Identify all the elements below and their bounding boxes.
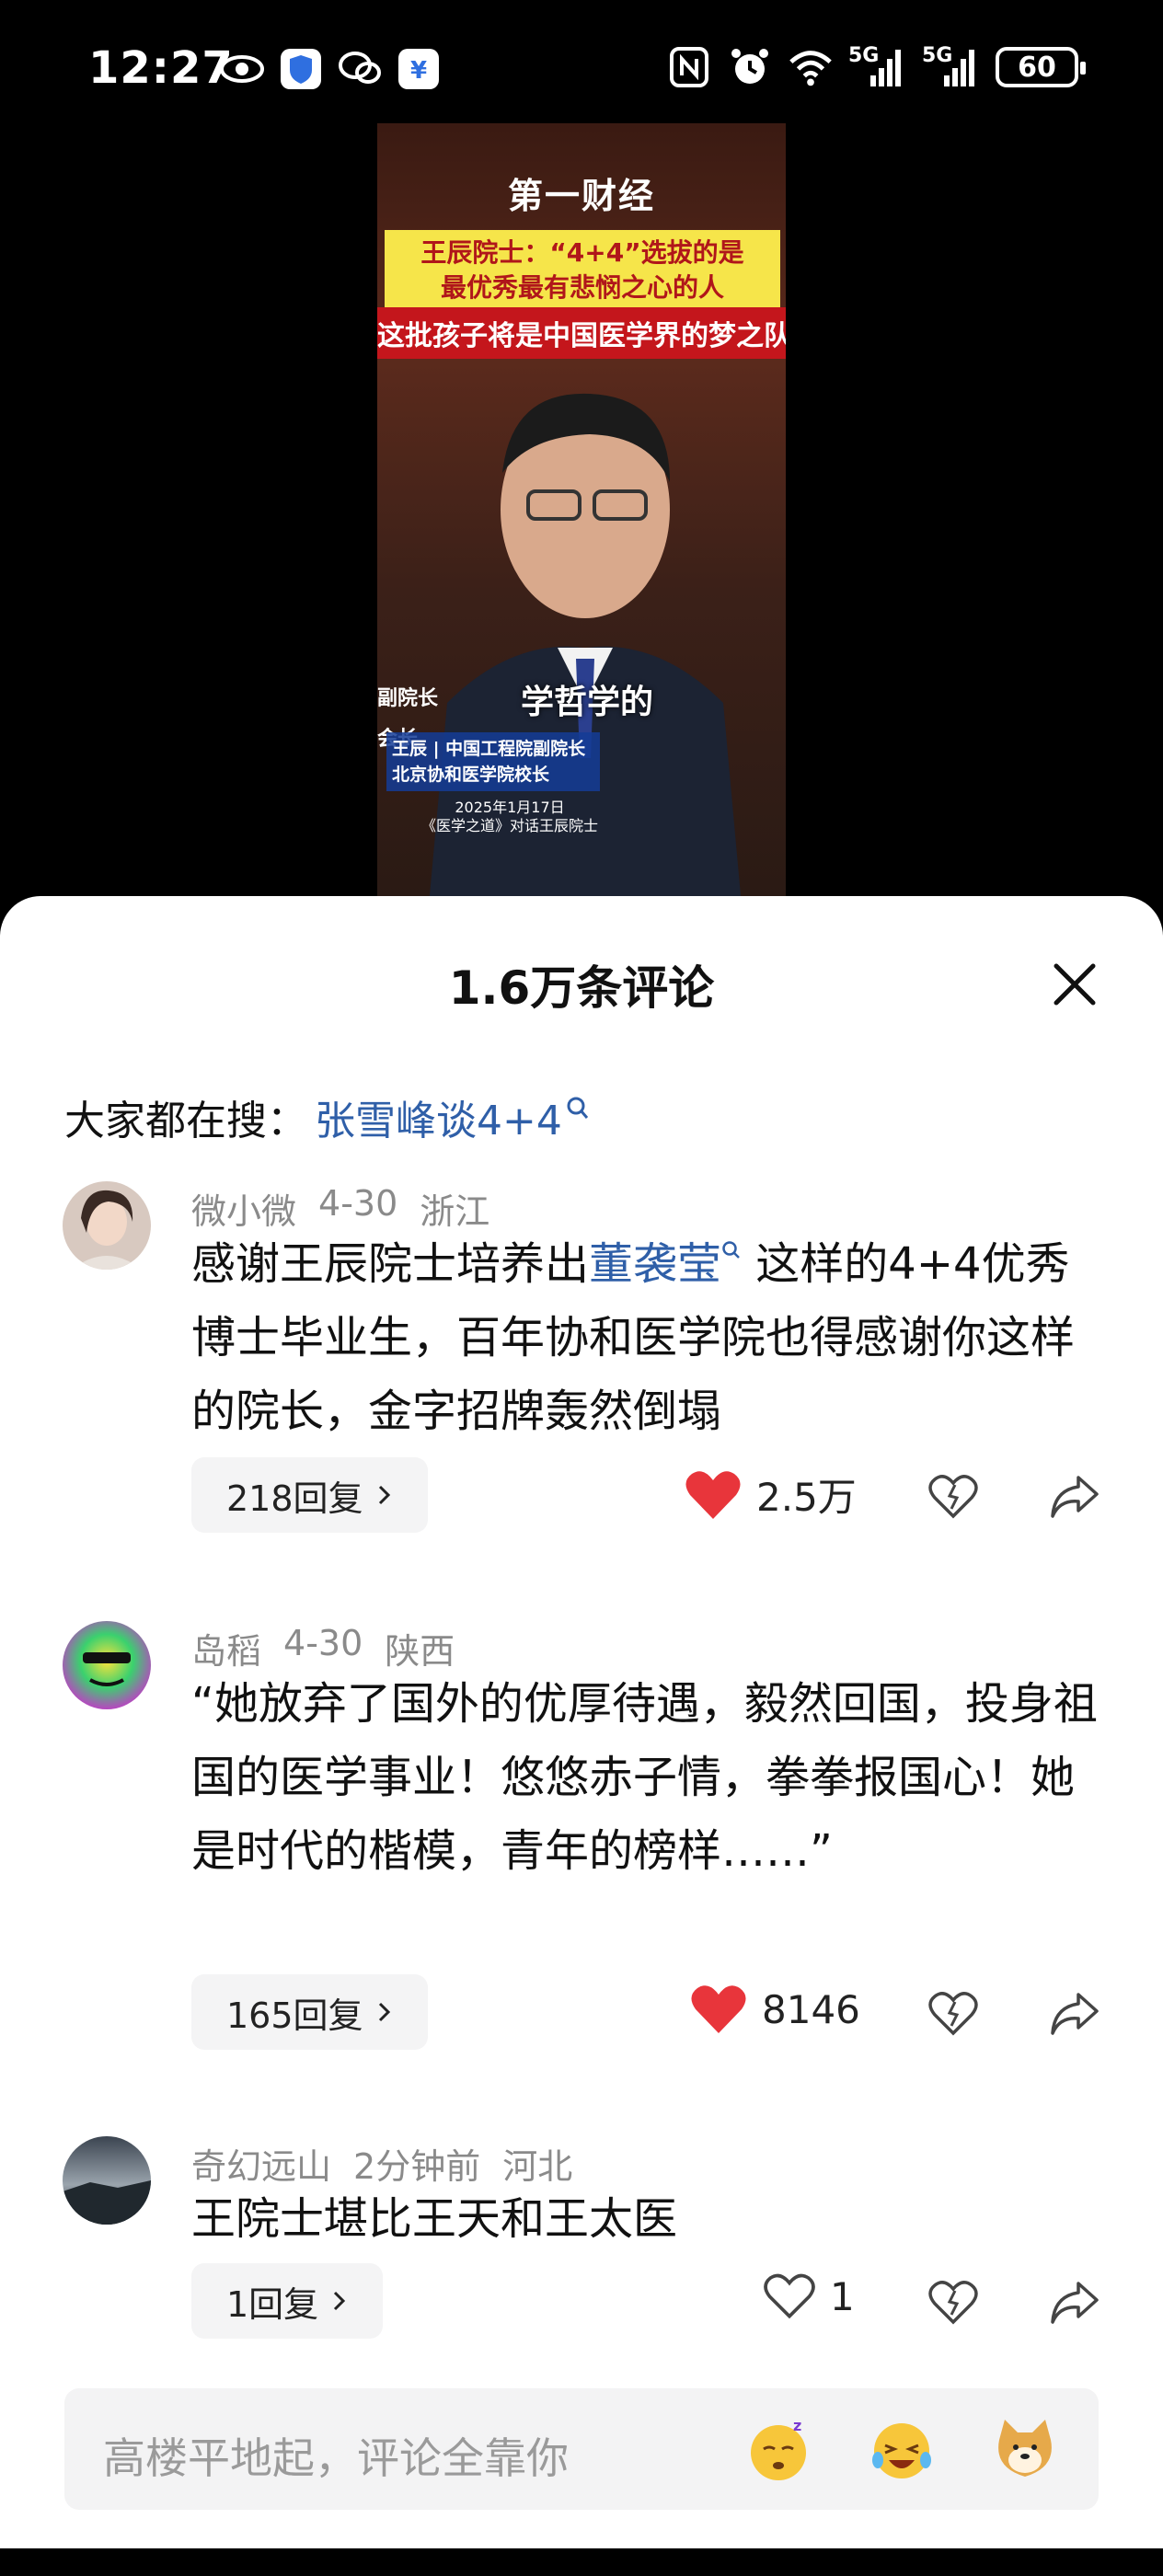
comment-username[interactable]: 岛稻 <box>191 1623 261 1673</box>
system-nav-bar <box>0 2548 1163 2576</box>
close-button[interactable] <box>1047 957 1102 1012</box>
status-bar: 12:27 ¥ 5G 5G 60 <box>0 0 1163 129</box>
comment-meta: 奇幻远山 2分钟前 河北 <box>191 2138 572 2189</box>
video-date-label: 2025年1月17日 《医学之道》对话王辰院士 <box>420 799 598 834</box>
dislike-icon[interactable] <box>927 1470 979 1522</box>
svg-text:¥: ¥ <box>410 57 427 85</box>
comment-location: 陕西 <box>385 1631 455 1672</box>
wifi-icon <box>788 44 834 90</box>
video-caption: 学哲学的 <box>521 684 654 721</box>
heart-filled-icon <box>685 1470 741 1519</box>
like-count: 8146 <box>762 1986 860 2032</box>
status-right-icons: 5G 5G 60 <box>666 44 1086 90</box>
comment-date: 2分钟前 <box>353 2146 481 2187</box>
comment-input-placeholder: 高楼平地起，评论全靠你 <box>103 2433 569 2483</box>
video-logo: 第一财经 <box>507 176 655 216</box>
comments-count-title: 1.6万条评论 <box>448 961 715 1015</box>
like-button[interactable]: 1 <box>764 2272 855 2320</box>
mention-link[interactable]: 董袭莹 <box>589 1238 721 1290</box>
status-left-icons: ¥ <box>219 46 442 92</box>
comment-input[interactable]: 高楼平地起，评论全靠你 z <box>64 2388 1099 2510</box>
video-title-line1: 王辰院士：“4+4”选拔的是 <box>420 237 744 268</box>
signal-5g-icon: 5G <box>922 44 981 90</box>
status-time: 12:27 <box>88 42 234 94</box>
trending-search-keyword[interactable]: 张雪峰谈4+4 <box>315 1087 562 1146</box>
trending-search[interactable]: 大家都在搜： 张雪峰谈4+4 <box>64 1087 590 1146</box>
battery-indicator: 60 <box>996 47 1086 87</box>
search-icon <box>567 1097 588 1119</box>
like-count: 1 <box>830 2273 855 2319</box>
svg-text:z: z <box>793 2417 801 2434</box>
video-title-line2: 最优秀最有悲悯之心的人 <box>440 272 724 303</box>
share-icon[interactable] <box>1049 1470 1100 1522</box>
like-button[interactable]: 2.5万 <box>685 1466 857 1523</box>
comment-text[interactable]: 感谢王辰院士培养出董袭莹 这样的4+4优秀博士毕业生，百年协和医学院也得感谢你这… <box>191 1227 1102 1448</box>
comment-date: 4-30 <box>283 1623 363 1663</box>
comment-username[interactable]: 奇幻远山 <box>191 2138 331 2189</box>
alarm-icon <box>727 44 773 90</box>
comment-location: 浙江 <box>420 1191 490 1232</box>
comment-text[interactable]: 王院士堪比王天和王太医 <box>191 2182 1102 2256</box>
avatar[interactable] <box>63 1181 151 1270</box>
video-name-plate: 王辰 | 中国工程院副院长 北京协和医学院校长 <box>386 732 600 791</box>
search-icon <box>722 1241 740 1259</box>
like-count: 2.5万 <box>756 1475 857 1520</box>
chat-icon <box>337 46 383 92</box>
comment-meta: 岛稻 4-30 陕西 <box>191 1623 455 1673</box>
close-icon <box>1054 963 1096 1006</box>
chevron-right-icon <box>378 2002 390 2022</box>
avatar[interactable] <box>63 1621 151 1709</box>
share-icon[interactable] <box>1049 2276 1100 2328</box>
video-title-banner: 王辰院士：“4+4”选拔的是 最优秀最有悲悯之心的人 <box>385 230 780 311</box>
dislike-icon[interactable] <box>927 2276 979 2328</box>
dislike-icon[interactable] <box>927 1987 979 2039</box>
comments-sheet: 1.6万条评论 大家都在搜： 张雪峰谈4+4 微小微 4-30 浙江 感谢王辰院… <box>0 896 1163 2576</box>
app-notification-icon: ¥ <box>396 46 442 92</box>
heart-outline-icon <box>764 2273 815 2319</box>
chevron-right-icon <box>378 1485 390 1505</box>
signal-5g-icon: 5G <box>848 44 907 90</box>
doge-emoji-icon[interactable] <box>988 2412 1062 2486</box>
comment-location: 河北 <box>502 2146 573 2187</box>
eye-icon <box>219 46 265 92</box>
laughing-emoji-icon[interactable] <box>865 2412 938 2486</box>
comment-meta: 微小微 4-30 浙江 <box>191 1183 489 1234</box>
comment-text[interactable]: “她放弃了国外的优厚待遇，毅然回国，投身祖国的医学事业！悠悠赤子情，拳拳报国心！… <box>191 1667 1102 1888</box>
comment-username[interactable]: 微小微 <box>191 1183 296 1234</box>
sleepy-emoji-icon[interactable]: z <box>742 2412 815 2486</box>
video-subtitle-banner: 这批孩子将是中国医学界的梦之队 <box>377 307 786 359</box>
replies-button[interactable]: 218回复 <box>191 1457 428 1533</box>
replies-button[interactable]: 1回复 <box>191 2263 384 2339</box>
shield-icon <box>278 46 324 92</box>
trending-search-prefix: 大家都在搜： <box>64 1098 307 1144</box>
video-player[interactable]: 第一财经 王辰院士：“4+4”选拔的是 最优秀最有悲悯之心的人 这批孩子将是中国… <box>377 123 786 902</box>
share-icon[interactable] <box>1049 1987 1100 2039</box>
chevron-right-icon <box>334 2291 346 2311</box>
avatar[interactable] <box>63 2136 151 2225</box>
comment-date: 4-30 <box>318 1183 398 1224</box>
heart-filled-icon <box>691 1985 746 2033</box>
like-button[interactable]: 8146 <box>690 1984 860 2035</box>
nfc-icon <box>666 44 712 90</box>
replies-button[interactable]: 165回复 <box>191 1974 428 2050</box>
